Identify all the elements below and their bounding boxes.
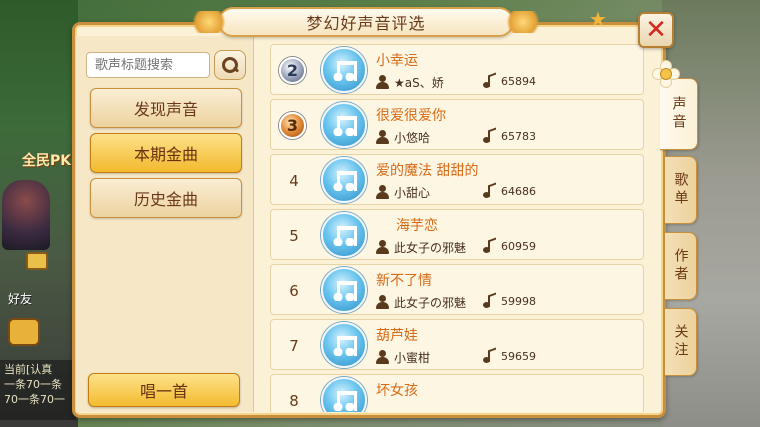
song-score: 59659 [501,350,536,363]
song-score: 65894 [501,75,536,88]
chat-icon[interactable] [8,318,40,346]
rank-medal-bronze: 3 [279,112,306,139]
score-note-icon [483,294,495,308]
mail-icon[interactable] [26,252,48,270]
singer-name: 小悠哈 [394,130,431,145]
petal-center [660,68,672,80]
song-title[interactable]: 很爱很爱你 [376,105,446,125]
note-glyph [333,279,357,301]
music-note-icon[interactable] [321,102,367,148]
song-singer[interactable]: 小蜜柑 [376,348,430,366]
song-singer[interactable]: ★aS、娇 [376,73,444,91]
tab-playlist[interactable]: 歌单 [665,156,697,224]
title-bar: 梦幻好声音评选 [190,7,542,37]
song-row[interactable]: 4 爱的魔法 甜甜的 小甜心 64686 [270,154,644,205]
song-title[interactable]: 爱的魔法 甜甜的 [376,160,478,180]
song-score: 65783 [501,130,536,143]
singer-name: ★aS、娇 [394,75,444,90]
friend-label[interactable]: 好友 [8,290,32,307]
nav-discover-button[interactable]: 发现声音 [90,88,242,128]
note-glyph [333,334,357,356]
music-note-icon[interactable] [321,212,367,258]
pk-label[interactable]: 全民PK [22,150,71,170]
sing-button[interactable]: 唱一首 [88,373,240,407]
music-note-icon[interactable] [321,47,367,93]
song-singer[interactable]: 此女子の邪魅 [376,238,466,256]
note-glyph [333,114,357,136]
song-singer[interactable]: 此女子の邪魅 [376,293,466,311]
song-row[interactable]: 3 很爱很爱你 小悠哈 65783 [270,99,644,150]
singer-name: 此女子の邪魅 [394,295,467,310]
nav-history-button[interactable]: 历史金曲 [90,178,242,218]
chat-line: 70一条70一 [4,393,65,406]
song-score: 59998 [501,295,536,308]
rank-number: 4 [289,172,299,190]
person-icon [376,130,389,144]
song-singer[interactable]: 小悠哈 [376,128,430,146]
score-note-icon [483,74,495,88]
note-glyph [333,389,357,411]
rank-number: 5 [289,227,299,245]
music-note-icon[interactable] [321,377,367,412]
chat-line: 一条70一条 [4,378,62,391]
song-row[interactable]: 5 海芋恋 此女子の邪魅 60959 [270,209,644,260]
song-row[interactable]: 2 小幸运 ★aS、娇 65894 [270,44,644,95]
rank-number: 6 [289,282,299,300]
close-button[interactable]: ✕ [638,12,674,48]
song-row[interactable]: 7 葫芦娃 小蜜柑 59659 [270,319,644,370]
close-icon: ✕ [645,15,667,45]
song-score: 60959 [501,240,536,253]
flower-ornament-icon [652,60,680,88]
song-row[interactable]: 8 坏女孩 [270,374,644,412]
song-singer[interactable]: 小甜心 [376,183,430,201]
score-note-icon [483,184,495,198]
tab-voice[interactable]: 声音 [660,78,698,150]
singer-name: 小蜜柑 [394,350,431,365]
player-character [2,180,50,250]
song-row[interactable]: 6 新不了情 此女子の邪魅 59998 [270,264,644,315]
person-icon [376,240,389,254]
note-glyph [333,224,357,246]
song-title[interactable]: 坏女孩 [376,380,418,400]
search-input[interactable] [86,52,210,78]
song-score: 64686 [501,185,536,198]
person-icon [376,185,389,199]
tab-follow[interactable]: 关注 [665,308,697,376]
note-glyph [333,59,357,81]
nav-current-button[interactable]: 本期金曲 [90,133,242,173]
singer-name: 此女子の邪魅 [394,240,467,255]
title-ornament-icon [504,11,542,33]
music-note-icon[interactable] [321,322,367,368]
chat-log: 当前[认真 一条70一条 70一条70一 [0,360,76,420]
score-note-icon [483,239,495,253]
singer-name: 小甜心 [394,185,431,200]
music-note-icon[interactable] [321,157,367,203]
song-title[interactable]: 小幸运 [376,50,418,70]
music-note-icon[interactable] [321,267,367,313]
rank-medal-silver: 2 [279,57,306,84]
search-button[interactable] [214,50,246,80]
star-icon: ★ [589,7,607,31]
song-title[interactable]: 新不了情 [376,270,432,290]
score-note-icon [483,129,495,143]
note-glyph [333,169,357,191]
tab-author[interactable]: 作者 [665,232,697,300]
person-icon [376,75,389,89]
rank-number: 8 [289,392,299,410]
search-icon [222,57,238,73]
rank-number: 7 [289,337,299,355]
page-title: 梦幻好声音评选 [306,14,426,33]
person-icon [376,350,389,364]
title-ornament-icon [190,11,228,33]
song-title[interactable]: 海芋恋 [396,215,438,235]
song-list[interactable]: 2 小幸运 ★aS、娇 65894 3 很爱很爱你 小悠哈 65783 4 爱的… [262,40,654,412]
person-icon [376,295,389,309]
chat-line: 当前[认真 [4,363,53,376]
song-title[interactable]: 葫芦娃 [376,325,418,345]
score-note-icon [483,349,495,363]
